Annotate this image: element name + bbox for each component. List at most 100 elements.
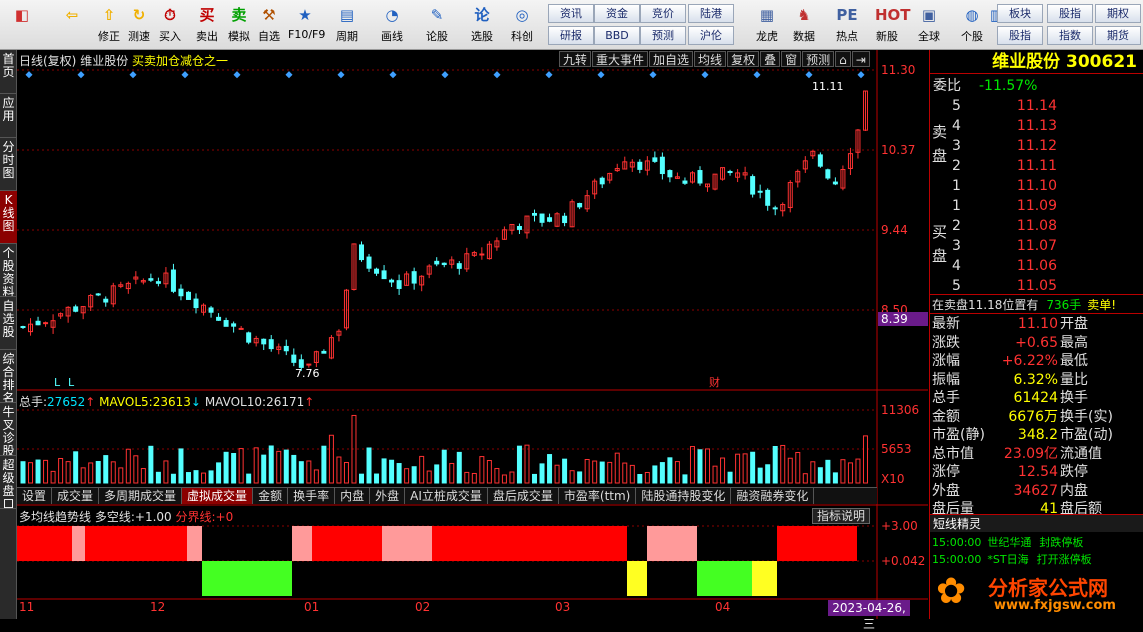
chart-tab-1[interactable]: 重大事件 xyxy=(592,51,649,67)
note-volume: 736手 xyxy=(1046,298,1082,312)
volume-tab-9[interactable]: 盘后成交量 xyxy=(488,488,559,504)
event-diamond[interactable] xyxy=(441,71,449,79)
chart-tab-6[interactable]: 窗 xyxy=(781,51,802,67)
chart-tab-5[interactable]: 叠 xyxy=(760,51,781,67)
candle-body xyxy=(479,253,485,256)
sidebar-item-4[interactable]: 个股资料 xyxy=(0,244,17,297)
indicator-name[interactable]: 多均线趋势线 xyxy=(19,510,91,524)
volume-bar xyxy=(501,474,507,484)
sidebar-item-2[interactable]: 分时图 xyxy=(0,138,17,191)
toolbar-button-9[interactable]: ▤ 周期 xyxy=(330,3,364,47)
chart-svg[interactable]: 11.3010.379.448.508.39113065653X10+3.00+… xyxy=(17,50,928,619)
toolbar-button-4[interactable]: ⏱ 买入 xyxy=(153,3,187,47)
toolbar-icon-13: ◎ xyxy=(515,6,529,24)
lock-icon[interactable]: ⌂ xyxy=(835,51,851,67)
toolbar-button-7[interactable]: ⚒ 自选 xyxy=(252,3,286,47)
news-item[interactable]: 15:00:00 *ST日海 打开涨停板 xyxy=(932,551,1092,567)
event-diamond[interactable] xyxy=(25,71,33,79)
toolbar-button-17[interactable]: HOT 新股 xyxy=(870,3,911,47)
sidebar-item-1[interactable]: 应用 xyxy=(0,94,17,138)
chart-period[interactable]: 日线(复权) xyxy=(19,54,76,68)
flower-icon: ✿ xyxy=(936,571,967,612)
volume-tab-8[interactable]: AI立桩成交量 xyxy=(405,488,488,504)
toolbar-small-13[interactable]: 期货 xyxy=(1095,26,1141,45)
volume-tab-10[interactable]: 市盈率(ttm) xyxy=(559,488,637,504)
chart-tab-0[interactable]: 九转 xyxy=(559,51,592,67)
toolbar-small-5[interactable]: BBD xyxy=(594,26,640,45)
chart-tab-4[interactable]: 复权 xyxy=(727,51,760,67)
toolbar-small-1[interactable]: 资金 xyxy=(594,4,640,23)
sidebar-item-5[interactable]: 自选股 xyxy=(0,297,17,350)
event-diamond[interactable] xyxy=(857,71,865,79)
event-diamond[interactable] xyxy=(337,71,345,79)
toolbar-label: 选股 xyxy=(471,30,493,43)
sidebar-item-7[interactable]: 牛叉诊股 xyxy=(0,403,17,456)
event-diamond[interactable] xyxy=(649,71,657,79)
toolbar-small-12[interactable]: 指数 xyxy=(1047,26,1093,45)
event-diamond[interactable] xyxy=(753,71,761,79)
chart-tab-3[interactable]: 均线 xyxy=(694,51,727,67)
indicator-help-button[interactable]: 指标说明 xyxy=(812,508,871,524)
news-item[interactable]: 15:00:00 世纪华通 封跌停板 xyxy=(932,534,1083,550)
volume-tab-5[interactable]: 换手率 xyxy=(288,488,336,504)
toolbar-button-2[interactable]: ⇧ 修正 xyxy=(92,3,126,47)
sidebar-item-8[interactable]: 超级盘口 xyxy=(0,456,17,509)
volume-tab-0[interactable]: 设置 xyxy=(17,488,53,504)
volume-tab-12[interactable]: 融资融券变化 xyxy=(731,488,815,504)
volume-tab-6[interactable]: 内盘 xyxy=(335,488,371,504)
toolbar-button-0[interactable]: ◧ xyxy=(5,3,39,47)
toolbar-button-15[interactable]: ♞ 数据 xyxy=(787,3,821,47)
volume-bar xyxy=(757,467,763,484)
toolbar-button-8[interactable]: ★ F10/F9 xyxy=(288,3,325,47)
news-title[interactable]: 短线精灵 xyxy=(930,514,1143,532)
toolbar-button-16[interactable]: PE 热点 xyxy=(830,3,864,47)
volume-tab-3[interactable]: 虚拟成交量 xyxy=(182,488,254,504)
toolbar-small-3[interactable]: 陆港 xyxy=(688,4,734,23)
volume-tab-1[interactable]: 成交量 xyxy=(52,488,100,504)
chart-tab-7[interactable]: 预测 xyxy=(802,51,835,67)
event-diamond[interactable] xyxy=(129,71,137,79)
chart-tab-2[interactable]: 加自选 xyxy=(649,51,694,67)
toolbar-button-11[interactable]: ✎ 论股 xyxy=(420,3,454,47)
toolbar-button-5[interactable]: 买卖出 xyxy=(190,3,224,47)
event-diamond[interactable] xyxy=(389,71,397,79)
toolbar-button-14[interactable]: ▦ 龙虎 xyxy=(750,3,784,47)
stat-label-2: 市盈(动) xyxy=(1060,427,1113,443)
event-diamond[interactable] xyxy=(805,71,813,79)
toolbar-small-8[interactable]: 板块 xyxy=(997,4,1043,23)
toolbar-button-13[interactable]: ◎ 科创 xyxy=(505,3,539,47)
toolbar-small-7[interactable]: 沪伦 xyxy=(688,26,734,45)
toolbar-button-10[interactable]: ◔ 画线 xyxy=(375,3,409,47)
event-diamond[interactable] xyxy=(493,71,501,79)
expand-icon[interactable]: ⇥ xyxy=(851,51,870,67)
toolbar-small-2[interactable]: 竞价 xyxy=(640,4,686,23)
volume-tab-11[interactable]: 陆股通持股变化 xyxy=(636,488,732,504)
stat-row: 涨停 12.54 跌停 xyxy=(930,462,1143,482)
sidebar-item-6[interactable]: 综合排名 xyxy=(0,350,17,403)
toolbar-button-1[interactable]: ⇦ xyxy=(55,3,89,47)
sidebar-item-0[interactable]: 首页 xyxy=(0,50,17,94)
event-diamond[interactable] xyxy=(181,71,189,79)
event-diamond[interactable] xyxy=(77,71,85,79)
toolbar-button-12[interactable]: 论选股 xyxy=(465,3,499,47)
toolbar-button-3[interactable]: ↻ 测速 xyxy=(122,3,156,47)
event-diamond[interactable] xyxy=(545,71,553,79)
volume-tab-2[interactable]: 多周期成交量 xyxy=(99,488,183,504)
event-diamond[interactable] xyxy=(597,71,605,79)
toolbar-small-11[interactable]: 股指 xyxy=(997,26,1043,45)
toolbar-small-6[interactable]: 预测 xyxy=(640,26,686,45)
toolbar-small-10[interactable]: 期权 xyxy=(1095,4,1141,23)
toolbar-button-6[interactable]: 卖模拟 xyxy=(222,3,256,47)
volume-tab-4[interactable]: 金额 xyxy=(253,488,289,504)
event-diamond[interactable] xyxy=(285,71,293,79)
event-diamond[interactable] xyxy=(233,71,241,79)
sidebar-item-3[interactable]: K线图 xyxy=(0,191,17,244)
toolbar-small-4[interactable]: 研报 xyxy=(548,26,594,45)
event-diamond[interactable] xyxy=(701,71,709,79)
volume-tab-7[interactable]: 外盘 xyxy=(370,488,406,504)
toolbar-small-0[interactable]: 资讯 xyxy=(548,4,594,23)
price-tick: 11.30 xyxy=(881,63,915,77)
toolbar-button-18[interactable]: ▣ 全球 xyxy=(912,3,946,47)
volume-bar xyxy=(855,458,861,484)
toolbar-small-9[interactable]: 股指 xyxy=(1047,4,1093,23)
